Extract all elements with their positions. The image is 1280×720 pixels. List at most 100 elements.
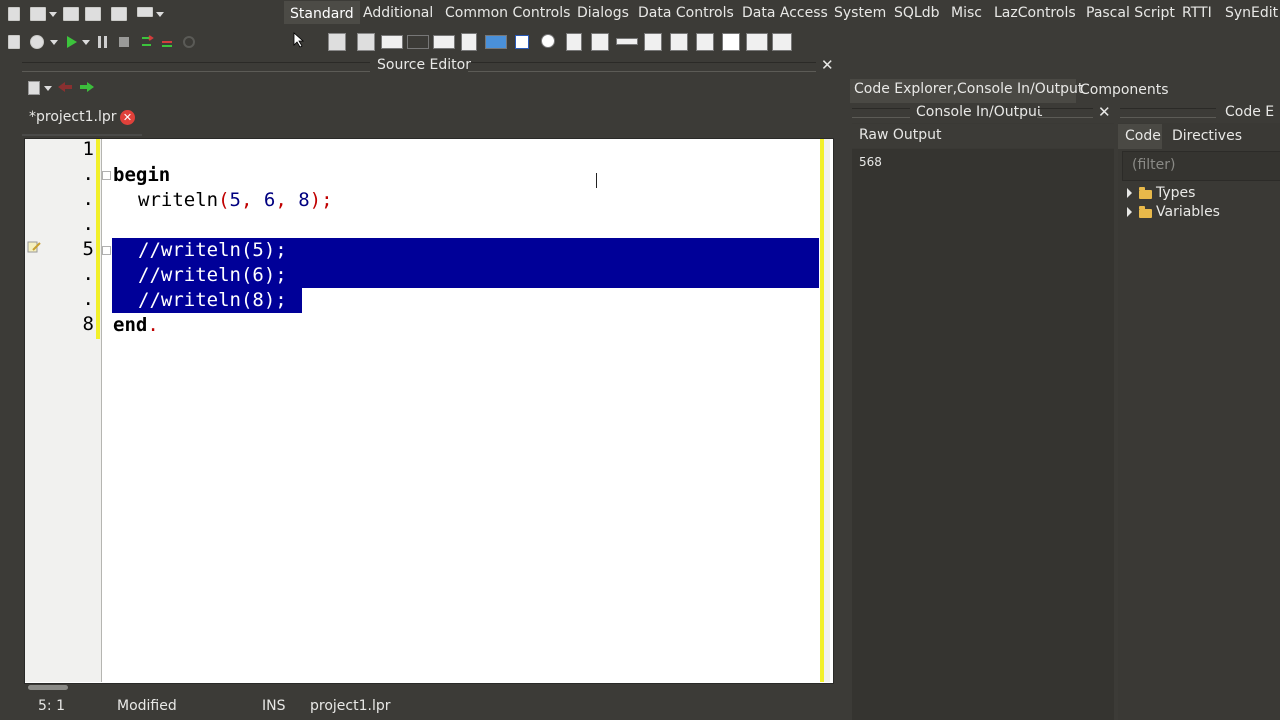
tab-code-explorer-console[interactable]: Code Explorer,Console In/Output <box>854 81 1083 97</box>
code-line: end. <box>113 313 159 338</box>
horizontal-scrollbar[interactable] <box>28 685 68 690</box>
line-number-1: 1 <box>82 138 94 160</box>
new-form-icon[interactable] <box>111 7 127 21</box>
step-out-icon[interactable] <box>182 35 196 49</box>
tab-code[interactable]: Code <box>1125 128 1161 144</box>
toggle-form-icon[interactable] <box>137 7 153 17</box>
jump-back-icon[interactable] <box>58 82 72 92</box>
number: 6 <box>263 189 276 211</box>
actionlist-component-icon[interactable] <box>772 33 792 51</box>
console-output-text: 568 <box>859 155 882 169</box>
expand-icon[interactable] <box>1127 207 1132 217</box>
editor-menu-icon[interactable] <box>28 81 40 95</box>
open-file-icon[interactable] <box>30 7 46 21</box>
folder-icon <box>1139 187 1152 199</box>
code-explorer-panel-title: Code E <box>1225 104 1275 120</box>
radio-button-component-icon[interactable] <box>541 34 555 48</box>
tab-components[interactable]: Components <box>1080 82 1169 98</box>
palette-tab-data-access[interactable]: Data Access <box>742 5 828 21</box>
step-into-icon[interactable] <box>140 35 154 49</box>
palette-tab-misc[interactable]: Misc <box>951 5 982 21</box>
console-close-icon[interactable]: ✕ <box>1098 103 1111 121</box>
build-dropdown-icon[interactable] <box>50 40 58 45</box>
line-number-4: . <box>82 213 94 235</box>
titlebar-grip-left <box>22 62 370 72</box>
tab-close-icon[interactable]: ✕ <box>120 110 135 125</box>
symbol: . <box>147 314 159 336</box>
palette-tab-standard[interactable]: Standard <box>284 1 360 24</box>
palette-tab-data-controls[interactable]: Data Controls <box>638 5 734 21</box>
pointer-tool-icon[interactable] <box>293 32 309 48</box>
raw-output-label[interactable]: Raw Output <box>859 127 942 143</box>
palette-tab-dialogs[interactable]: Dialogs <box>577 5 629 21</box>
folder-icon <box>1139 206 1152 218</box>
jump-forward-icon[interactable] <box>80 82 94 92</box>
popup-menu-component-icon[interactable] <box>357 33 375 51</box>
combobox-component-icon[interactable] <box>591 33 609 51</box>
run-dropdown-icon[interactable] <box>82 40 90 45</box>
tree-item-variables[interactable]: Variables <box>1156 204 1220 220</box>
scrollbar-component-icon[interactable] <box>616 38 638 45</box>
symbol: ( <box>218 189 230 211</box>
checkbox-component-icon[interactable] <box>515 35 529 49</box>
fold-toggle-icon[interactable] <box>102 246 111 255</box>
left-dock-strip <box>0 80 18 720</box>
stop-icon[interactable] <box>119 37 129 47</box>
radiogroup-component-icon[interactable] <box>670 33 688 51</box>
modified-status: Modified <box>117 698 177 714</box>
toggle-box-component-icon[interactable] <box>485 35 507 49</box>
tab-directives[interactable]: Directives <box>1172 128 1242 144</box>
line-number-8: 8 <box>82 313 94 335</box>
symbol: , <box>275 189 299 211</box>
fold-toggle-icon[interactable] <box>102 171 111 180</box>
step-over-icon[interactable] <box>160 35 176 49</box>
palette-tab-rtti[interactable]: RTTI <box>1182 5 1212 21</box>
build-mode-icon[interactable] <box>30 35 44 49</box>
grip <box>1120 108 1216 118</box>
cursor-position: 5: 1 <box>38 698 65 714</box>
menu-icon[interactable] <box>8 7 20 21</box>
panel-component-icon[interactable] <box>722 33 740 51</box>
pause-icon[interactable] <box>98 36 108 48</box>
mouse-ibeam-icon <box>596 173 597 188</box>
number: 8 <box>298 189 310 211</box>
code-editor[interactable] <box>24 138 834 684</box>
groupbox-component-icon[interactable] <box>644 33 662 51</box>
line-number-2: . <box>82 163 94 185</box>
open-dropdown-icon[interactable] <box>49 12 57 17</box>
palette-tab-lazcontrols[interactable]: LazControls <box>994 5 1076 21</box>
bookmark-edit-icon[interactable] <box>27 240 41 254</box>
line-number-6: . <box>82 263 94 285</box>
grip <box>1037 108 1093 118</box>
source-editor-close-icon[interactable]: ✕ <box>821 56 834 74</box>
right-margin-marker <box>820 139 824 682</box>
toggle-dropdown-icon[interactable] <box>156 12 164 17</box>
palette-tab-common-controls[interactable]: Common Controls <box>445 5 570 21</box>
line-number-5: 5 <box>82 238 94 260</box>
view-units-icon[interactable] <box>8 35 20 49</box>
frame-component-icon[interactable] <box>746 33 768 51</box>
palette-tab-additional[interactable]: Additional <box>363 5 433 21</box>
main-menu-component-icon[interactable] <box>328 33 346 51</box>
status-bar: 5: 1 Modified INS project1.lpr <box>0 692 845 720</box>
expand-icon[interactable] <box>1127 188 1132 198</box>
label-component-icon[interactable] <box>407 35 429 49</box>
palette-tab-system[interactable]: System <box>834 5 886 21</box>
palette-tab-sqldb[interactable]: SQLdb <box>894 5 939 21</box>
console-output-area[interactable] <box>852 149 1114 720</box>
button-component-icon[interactable] <box>381 35 403 49</box>
grip <box>852 108 910 118</box>
editor-menu-dropdown-icon[interactable] <box>44 86 52 91</box>
save-all-icon[interactable] <box>85 7 101 21</box>
palette-tab-pascal-script[interactable]: Pascal Script <box>1086 5 1175 21</box>
edit-component-icon[interactable] <box>433 35 455 49</box>
save-icon[interactable] <box>63 7 79 21</box>
tree-item-types[interactable]: Types <box>1156 185 1195 201</box>
run-icon[interactable] <box>66 36 78 48</box>
listbox-component-icon[interactable] <box>566 33 582 51</box>
debug-toolbar <box>0 28 1280 54</box>
console-panel-title: Console In/Output <box>916 104 1043 120</box>
checkgroup-component-icon[interactable] <box>696 33 714 51</box>
memo-component-icon[interactable] <box>461 33 477 51</box>
palette-tab-synedit[interactable]: SynEdit <box>1225 5 1278 21</box>
